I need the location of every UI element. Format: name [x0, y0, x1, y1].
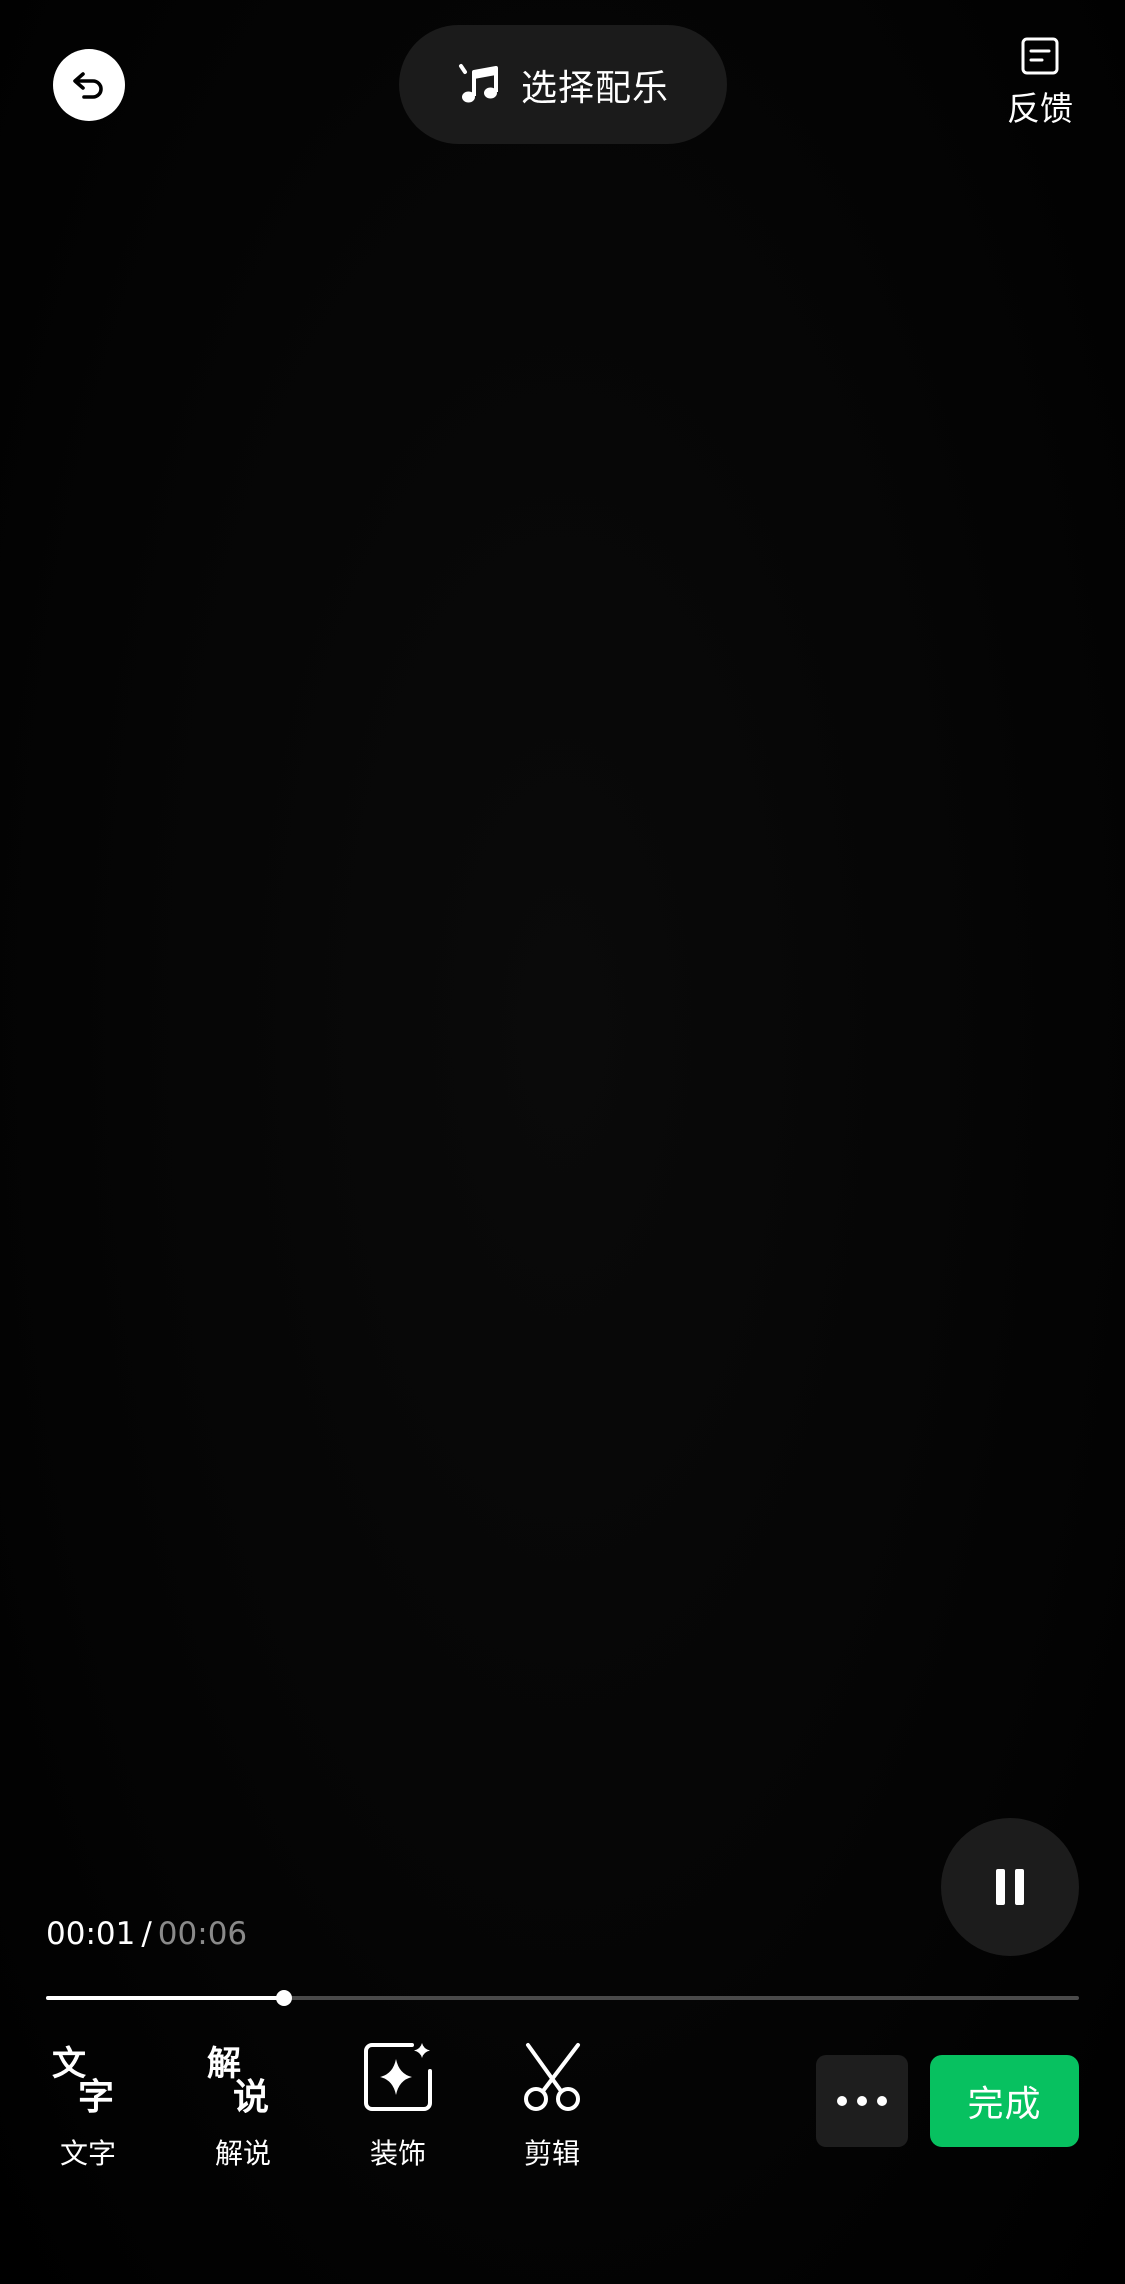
sparkle-icon: [362, 2038, 434, 2116]
document-icon: [1020, 36, 1060, 76]
text-glyph-bottom: 字: [78, 2077, 114, 2113]
feedback-label: 反馈: [1007, 89, 1073, 128]
total-time: 00:06: [157, 1916, 248, 1952]
more-dots-icon: [836, 2095, 888, 2107]
playback-time: 00:01/00:06: [46, 1916, 247, 1952]
progress-fill: [46, 1996, 284, 2000]
more-button[interactable]: [816, 2055, 908, 2147]
narration-tool-button[interactable]: 解 说 解说: [188, 2038, 298, 2172]
progress-thumb[interactable]: [275, 1990, 292, 2006]
pause-icon: [992, 1867, 1028, 1907]
back-button[interactable]: [53, 49, 125, 121]
narration-glyph-bottom: 说: [233, 2077, 269, 2113]
undo-arrow-icon: [71, 70, 107, 100]
text-tool-button[interactable]: 文 字 文字: [33, 2038, 143, 2172]
time-separator: /: [141, 1916, 152, 1952]
text-glyph-icon: 文 字: [52, 2038, 124, 2116]
pause-button[interactable]: [941, 1818, 1079, 1956]
edit-tool-button[interactable]: 剪辑: [497, 2038, 607, 2172]
narration-glyph-icon: 解 说: [207, 2038, 279, 2116]
feedback-button[interactable]: 反馈: [1000, 36, 1080, 130]
decorate-tool-button[interactable]: 装饰: [343, 2038, 453, 2172]
text-tool-label: 文字: [59, 2137, 116, 2170]
decorate-tool-label: 装饰: [369, 2137, 426, 2170]
playback-progress-bar[interactable]: [46, 1990, 1079, 2006]
music-note-icon: [457, 62, 503, 108]
select-music-label: 选择配乐: [520, 67, 669, 109]
scissors-icon: [516, 2038, 588, 2116]
narration-tool-label: 解说: [214, 2137, 271, 2170]
current-time: 00:01: [46, 1916, 136, 1952]
edit-tool-label: 剪辑: [523, 2137, 580, 2170]
done-button[interactable]: 完成: [930, 2055, 1079, 2147]
select-music-button[interactable]: 选择配乐: [399, 25, 727, 144]
